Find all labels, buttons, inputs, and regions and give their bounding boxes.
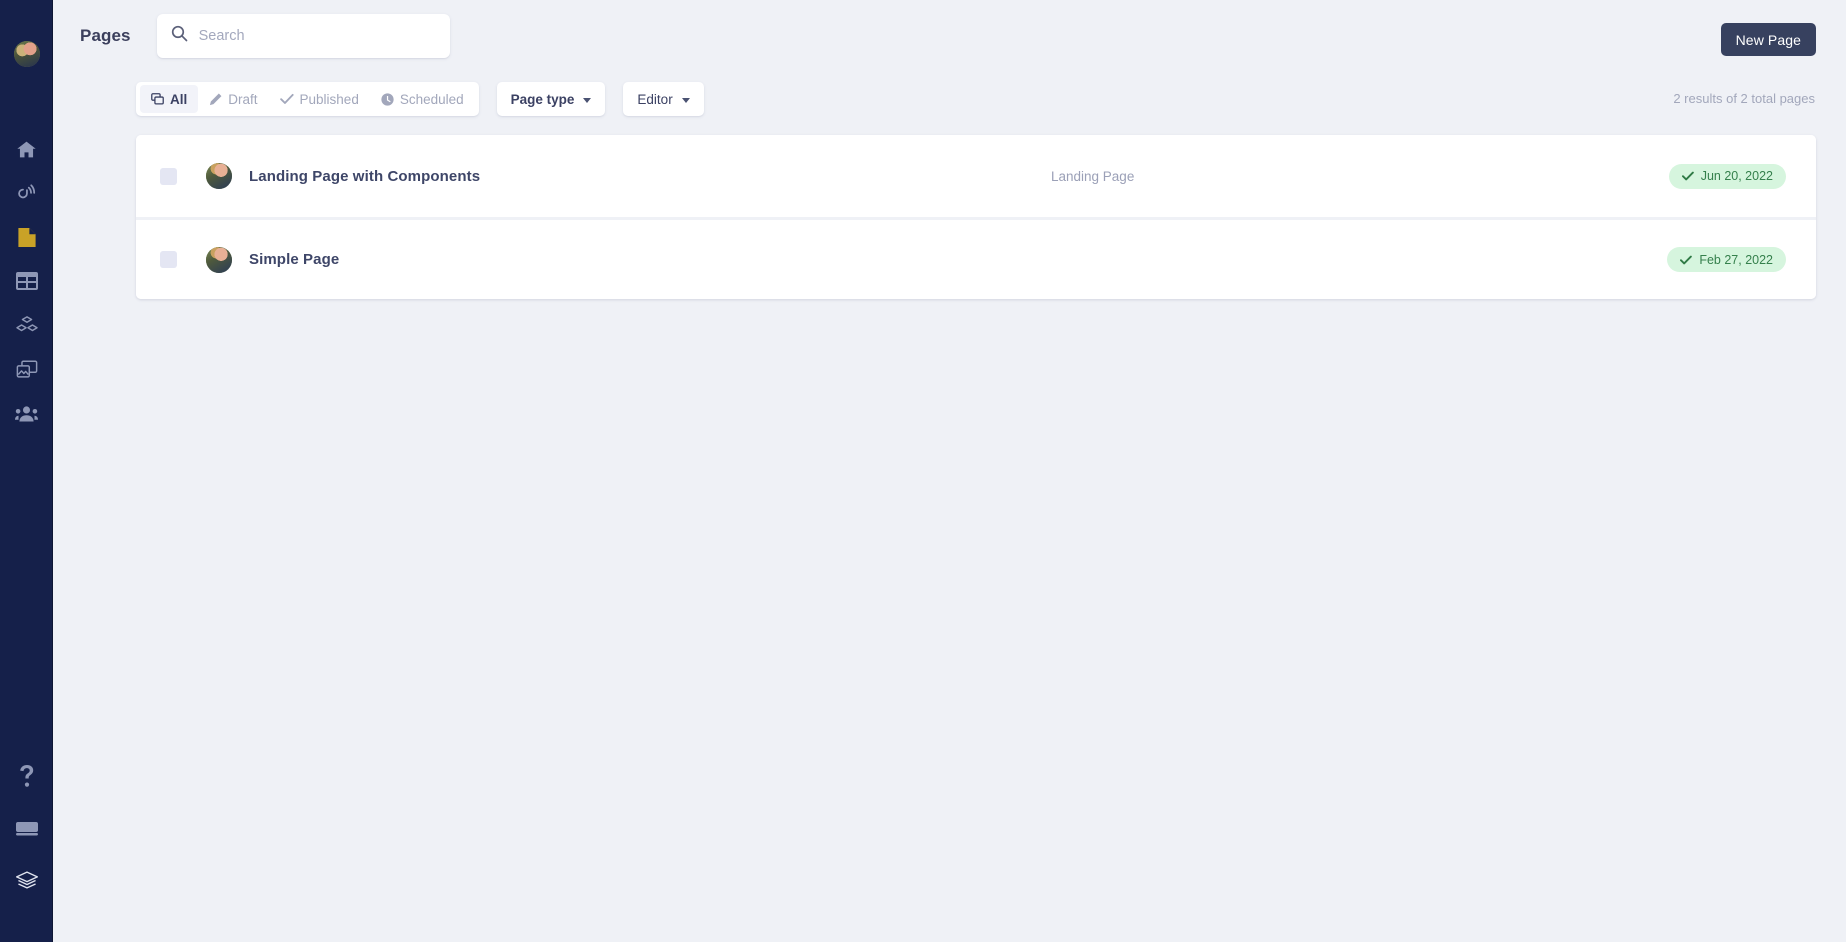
sidebar-item-help[interactable] (0, 750, 53, 802)
layers-icon (15, 871, 39, 889)
question-mark-icon (19, 765, 35, 787)
status-badge: Feb 27, 2022 (1667, 247, 1786, 272)
row-checkbox[interactable] (160, 167, 177, 185)
editor-dropdown-label: Editor (637, 91, 673, 107)
filter-bar: All Draft Published Scheduled Page type … (53, 72, 1846, 126)
pencil-icon (209, 93, 222, 106)
avatar (206, 246, 232, 273)
sidebar-item-posts[interactable] (0, 171, 53, 215)
page-title-link[interactable]: Landing Page with Components (249, 168, 480, 185)
media-icon (16, 360, 38, 379)
tab-scheduled[interactable]: Scheduled (370, 85, 475, 113)
search-box[interactable] (156, 14, 450, 58)
sidebar-bottom-nav (0, 750, 53, 906)
tab-published-label: Published (299, 91, 359, 107)
table-row[interactable]: Simple Page Feb 27, 2022 (136, 217, 1816, 299)
row-checkbox[interactable] (160, 251, 177, 268)
page-header: Pages New Page (53, 0, 1846, 72)
new-page-button[interactable]: New Page (1720, 23, 1816, 56)
status-badge-date: Jun 20, 2022 (1700, 169, 1773, 183)
status-tab-group: All Draft Published Scheduled (136, 82, 479, 116)
avatar[interactable] (13, 41, 40, 67)
sidebar-item-pages[interactable] (0, 215, 53, 259)
pages-list: Landing Page with Components Landing Pag… (136, 135, 1816, 299)
page-type-dropdown[interactable]: Page type (496, 82, 606, 116)
search-icon (171, 25, 199, 47)
tab-all[interactable]: All (140, 85, 199, 113)
screen-icon (15, 820, 38, 836)
chevron-down-icon (583, 97, 592, 103)
main-content: Pages New Page All (53, 0, 1846, 942)
check-icon (1680, 255, 1693, 265)
table-row[interactable]: Landing Page with Components Landing Pag… (136, 135, 1816, 217)
sidebar (0, 0, 53, 942)
tab-draft[interactable]: Draft (198, 85, 268, 113)
check-icon (279, 93, 294, 105)
tab-draft-label: Draft (228, 91, 258, 107)
tab-all-label: All (170, 91, 188, 107)
sidebar-nav (0, 127, 53, 435)
status-badge-date: Feb 27, 2022 (1699, 252, 1773, 267)
page-type-label: Landing Page (1051, 168, 1135, 184)
chevron-down-icon (681, 97, 690, 103)
check-icon (1681, 171, 1694, 181)
sidebar-item-layers[interactable] (0, 854, 53, 906)
sidebar-item-home[interactable] (0, 127, 53, 171)
blocks-icon (15, 315, 38, 335)
results-count: 2 results of 2 total pages (1673, 91, 1815, 106)
page-type-dropdown-label: Page type (510, 91, 575, 107)
tab-published[interactable]: Published (269, 85, 370, 113)
sidebar-item-media[interactable] (0, 347, 53, 391)
tab-scheduled-label: Scheduled (399, 91, 464, 107)
home-icon (16, 139, 37, 160)
sidebar-item-preview[interactable] (0, 802, 53, 854)
avatar (206, 163, 232, 189)
page-icon (17, 227, 37, 248)
pages-copy-icon (151, 93, 164, 105)
users-icon (15, 405, 38, 422)
table-icon (15, 272, 38, 290)
page-title: Pages (80, 26, 131, 45)
editor-dropdown[interactable]: Editor (623, 82, 704, 116)
sidebar-item-users[interactable] (0, 391, 53, 435)
broadcast-icon (16, 183, 37, 204)
sidebar-item-components[interactable] (0, 303, 53, 347)
search-input[interactable] (198, 28, 436, 44)
sidebar-item-collections[interactable] (0, 259, 53, 303)
clock-icon (381, 92, 394, 106)
status-badge: Jun 20, 2022 (1668, 163, 1786, 189)
page-title-link[interactable]: Simple Page (249, 251, 339, 268)
